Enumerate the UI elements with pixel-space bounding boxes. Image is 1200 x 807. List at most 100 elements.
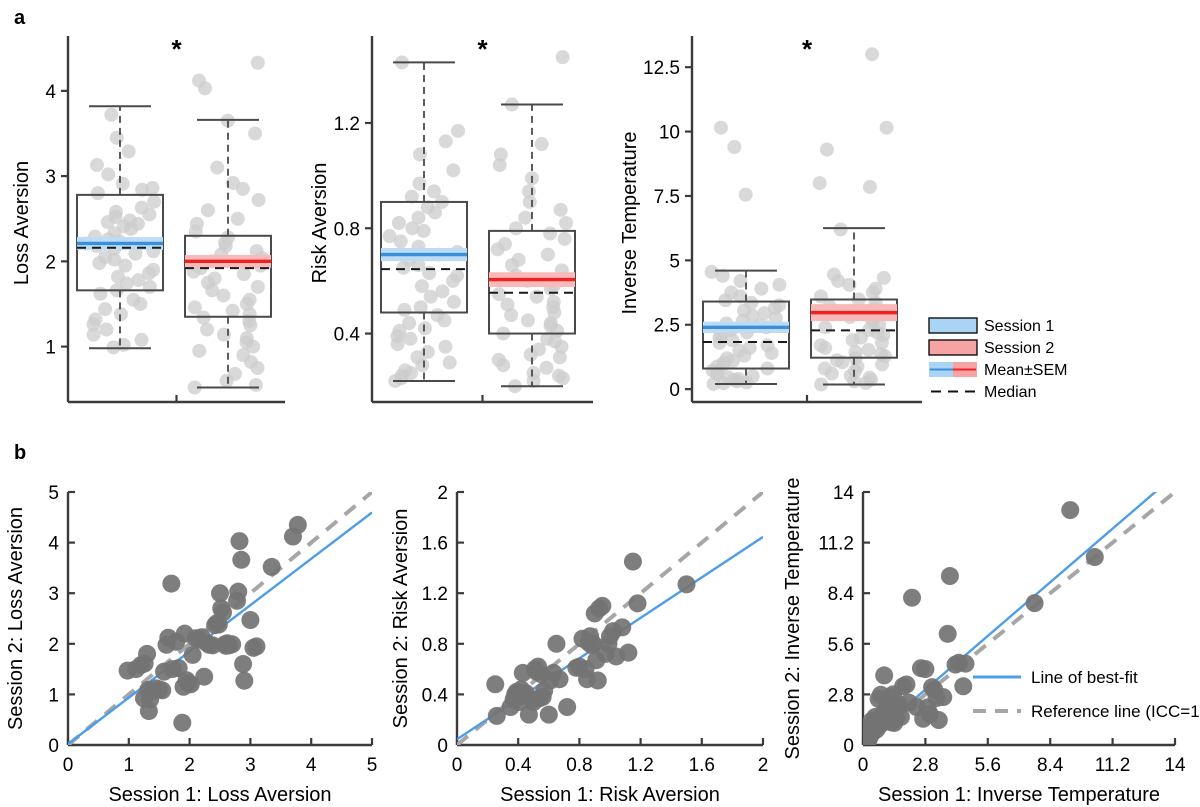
boxplot-group-1 xyxy=(702,120,790,391)
y-tick-label: 8.4 xyxy=(828,584,855,605)
data-point xyxy=(555,50,570,65)
x-tick-label: 0.4 xyxy=(505,755,532,776)
data-point xyxy=(90,186,105,201)
scatter-point xyxy=(956,654,975,673)
x-tick-label: 1.6 xyxy=(689,755,715,776)
data-point xyxy=(235,181,250,196)
legend-label: Line of best-fit xyxy=(1031,668,1138,687)
scatter-point xyxy=(897,675,916,694)
data-point xyxy=(522,194,537,209)
data-point xyxy=(509,221,524,236)
data-point xyxy=(236,267,251,282)
scatter-point xyxy=(1061,501,1080,520)
data-point xyxy=(557,231,572,246)
scatter-point xyxy=(619,643,638,662)
scatter-point xyxy=(934,688,953,707)
y-tick-label: 0.4 xyxy=(422,685,449,706)
significance-star: * xyxy=(477,34,488,64)
data-point xyxy=(147,194,162,209)
data-point xyxy=(396,260,411,275)
x-tick-label: 5 xyxy=(367,755,378,776)
y-tick-label: 1.2 xyxy=(334,114,360,135)
data-point xyxy=(393,234,408,249)
y-tick-label: 2.8 xyxy=(828,685,854,706)
data-point xyxy=(861,342,876,357)
data-point xyxy=(438,134,453,149)
y-axis-title: Inverse Temperature xyxy=(619,131,641,314)
scatter-point xyxy=(623,552,642,571)
data-point xyxy=(518,210,533,225)
data-point xyxy=(415,358,430,373)
scatter-point xyxy=(550,670,569,689)
data-point xyxy=(845,333,860,348)
x-tick-label: 1 xyxy=(124,755,135,776)
y-tick-label: 3 xyxy=(48,584,59,605)
x-tick-label: 2.8 xyxy=(912,755,938,776)
scatter-point xyxy=(558,698,577,717)
scatter-point xyxy=(247,637,266,656)
data-point xyxy=(812,176,827,191)
x-tick-label: 5.6 xyxy=(975,755,1001,776)
data-point xyxy=(875,357,890,372)
y-axis-title: Loss Aversion xyxy=(11,161,33,285)
legend-label: Reference line (ICC=1) xyxy=(1031,702,1200,721)
legend-item: Mean±SEM xyxy=(929,362,1067,379)
data-point xyxy=(216,288,231,303)
legend-a-svg: Session 1 Session 2 Mean±SEM Median xyxy=(928,317,1067,401)
data-point xyxy=(109,130,124,145)
data-point xyxy=(142,279,157,294)
boxplot-group-1 xyxy=(380,55,468,388)
scatter-point xyxy=(613,618,632,637)
data-point xyxy=(492,158,507,173)
data-point xyxy=(397,302,412,317)
data-point xyxy=(552,350,567,365)
y-axis-title: Session 2: Loss Aversion xyxy=(5,507,27,730)
scatter-point xyxy=(1085,548,1104,567)
y-tick-label: 14 xyxy=(833,483,855,504)
scatter-point xyxy=(241,611,260,630)
plot-area xyxy=(68,492,372,745)
a3-svg: 0 2.5 5 7.5 10 12.5 Inverse Temperature * xyxy=(619,34,922,404)
data-point xyxy=(490,242,505,257)
y-tick-label: 7.5 xyxy=(654,187,680,208)
legend-item: Session 2 xyxy=(928,339,1054,357)
data-point xyxy=(113,307,128,322)
data-point xyxy=(391,216,406,230)
x-tick-label: 2 xyxy=(184,755,195,776)
x-tick-label: 3 xyxy=(245,755,256,776)
y-tick-label: 11.2 xyxy=(818,534,854,555)
data-point xyxy=(417,321,432,336)
x-tick-label: 1.2 xyxy=(627,755,653,776)
y-tick-label: 0.8 xyxy=(334,219,360,240)
y-tick-label: 10 xyxy=(659,123,680,144)
data-point xyxy=(142,207,157,222)
data-point xyxy=(520,313,535,328)
legend-swatch-box xyxy=(928,317,978,334)
data-point xyxy=(496,358,511,373)
data-point xyxy=(818,320,833,335)
data-point xyxy=(225,303,240,318)
significance-star: * xyxy=(171,34,182,64)
data-point xyxy=(772,277,787,292)
a2-svg: 0.4 0.8 1.2 Risk Aversion * xyxy=(309,34,593,404)
y-tick-label: 0.8 xyxy=(422,635,448,656)
data-point xyxy=(115,176,130,191)
y-tick-label: 1 xyxy=(45,338,56,359)
legend-label: Session 1 xyxy=(984,318,1054,335)
boxplot-group-2 xyxy=(810,47,898,392)
scatter-point xyxy=(223,635,242,654)
data-point xyxy=(219,373,234,388)
y-tick-label: 2.5 xyxy=(654,316,680,337)
data-point xyxy=(121,144,136,159)
x-axis-title: Session 1: Risk Aversion xyxy=(500,784,720,806)
y-tick-label: 4 xyxy=(48,534,59,555)
y-tick-label: 0 xyxy=(843,736,854,757)
legend-label: Mean±SEM xyxy=(984,362,1067,379)
a1-svg: 1 2 3 4 Loss Aversion * xyxy=(11,34,285,404)
y-tick-label: 2 xyxy=(437,483,448,504)
data-point xyxy=(390,337,405,352)
scatter-point xyxy=(940,567,959,586)
data-point xyxy=(543,226,558,241)
data-point xyxy=(764,346,779,361)
scatter-point xyxy=(588,671,607,690)
